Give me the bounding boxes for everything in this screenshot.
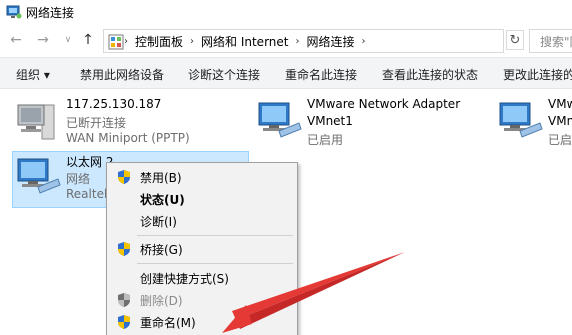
view-status-button[interactable]: 查看此连接的状态 (382, 66, 478, 83)
window-title: 网络连接 (26, 6, 75, 20)
diagnose-connection-button[interactable]: 诊断这个连接 (188, 66, 260, 83)
connection-device: WAN Miniport (PPTP) (66, 131, 190, 145)
menu-separator (137, 235, 293, 236)
menu-item-label: 创建快捷方式(S) (140, 272, 229, 286)
connection-name: 117.25.130.187 (66, 97, 162, 111)
breadcrumb-separator[interactable]: › (362, 36, 366, 47)
connection-name-line2: VMn (548, 114, 572, 128)
connection-name-line2: VMnet1 (307, 114, 353, 128)
navigation-bar: ← → ∨ ↑ › 控制面板 › 网络和 Internet › 网络连接 › ∨… (0, 26, 572, 56)
menu-separator (137, 263, 293, 264)
connection-status: 已启用 (307, 133, 344, 147)
connection-item-vmnet8[interactable]: VMw VMn 已启 (496, 97, 572, 149)
breadcrumb-separator[interactable]: › (124, 36, 128, 47)
uac-shield-icon (117, 314, 131, 333)
address-bar[interactable]: › 控制面板 › 网络和 Internet › 网络连接 › ∨ (103, 29, 504, 53)
breadcrumb-separator[interactable]: › (190, 36, 194, 47)
uac-shield-icon (117, 169, 131, 188)
context-menu: 禁用(B) 状态(U) 诊断(I) 桥接(G) 创建快捷方式(S) 删除(D) (106, 162, 298, 335)
menu-item-label: 桥接(G) (140, 243, 183, 257)
forward-button[interactable]: → (33, 30, 53, 50)
command-bar: 组织 ▾ 禁用此网络设备 诊断这个连接 重命名此连接 查看此连接的状态 更改此连… (0, 57, 572, 89)
menu-item-status[interactable]: 状态(U) (107, 188, 297, 210)
menu-item-disable[interactable]: 禁用(B) (107, 166, 297, 188)
breadcrumb-network-internet[interactable]: 网络和 Internet (201, 33, 288, 50)
menu-item-rename[interactable]: 重命名(M) (107, 311, 297, 333)
disable-device-button[interactable]: 禁用此网络设备 (80, 66, 164, 83)
connection-status: 网络 (66, 172, 91, 186)
title-bar: 网络连接 (0, 0, 572, 26)
network-computer-icon (14, 153, 62, 204)
connection-name: VMware Network Adapter (307, 97, 461, 111)
menu-item-label: 诊断(I) (140, 215, 177, 229)
connection-name: VMw (548, 97, 572, 111)
network-computer-icon (14, 97, 62, 148)
connection-item-pptp[interactable]: 117.25.130.187 已断开连接 WAN Miniport (PPTP) (14, 97, 234, 149)
back-button[interactable]: ← (6, 30, 26, 50)
rename-connection-button[interactable]: 重命名此连接 (285, 66, 357, 83)
menu-item-create-shortcut[interactable]: 创建快捷方式(S) (107, 267, 297, 289)
control-panel-icon (108, 34, 124, 53)
menu-item-label: 删除(D) (140, 294, 183, 308)
uac-shield-icon (117, 292, 131, 311)
recent-locations-dropdown[interactable]: ∨ (58, 30, 78, 50)
connection-device: Realtek (66, 187, 111, 201)
connection-item-vmnet1[interactable]: VMware Network Adapter VMnet1 已启用 (255, 97, 475, 149)
search-input[interactable]: 搜索"网络 (529, 29, 572, 53)
menu-item-bridge[interactable]: 桥接(G) (107, 238, 297, 260)
breadcrumb: › 控制面板 › 网络和 Internet › 网络连接 › (124, 30, 373, 52)
up-button[interactable]: ↑ (78, 30, 98, 50)
network-connections-icon (6, 4, 22, 23)
menu-item-delete[interactable]: 删除(D) (107, 289, 297, 311)
menu-item-label: 状态(U) (140, 193, 185, 207)
breadcrumb-separator[interactable]: › (295, 36, 299, 47)
menu-item-diagnose[interactable]: 诊断(I) (107, 210, 297, 232)
connection-status: 已启 (548, 133, 572, 147)
network-computer-icon (255, 97, 303, 148)
organize-button[interactable]: 组织 ▾ (16, 66, 50, 83)
connection-status: 已断开连接 (66, 116, 127, 130)
change-settings-button[interactable]: 更改此连接的设置 (503, 66, 572, 83)
breadcrumb-network-connections[interactable]: 网络连接 (306, 33, 354, 50)
refresh-button[interactable]: ↻ (506, 30, 524, 50)
menu-item-label: 禁用(B) (140, 171, 182, 185)
breadcrumb-control-panel[interactable]: 控制面板 (135, 33, 183, 50)
network-computer-icon (496, 97, 544, 148)
menu-item-label: 重命名(M) (140, 316, 196, 330)
uac-shield-icon (117, 241, 131, 260)
